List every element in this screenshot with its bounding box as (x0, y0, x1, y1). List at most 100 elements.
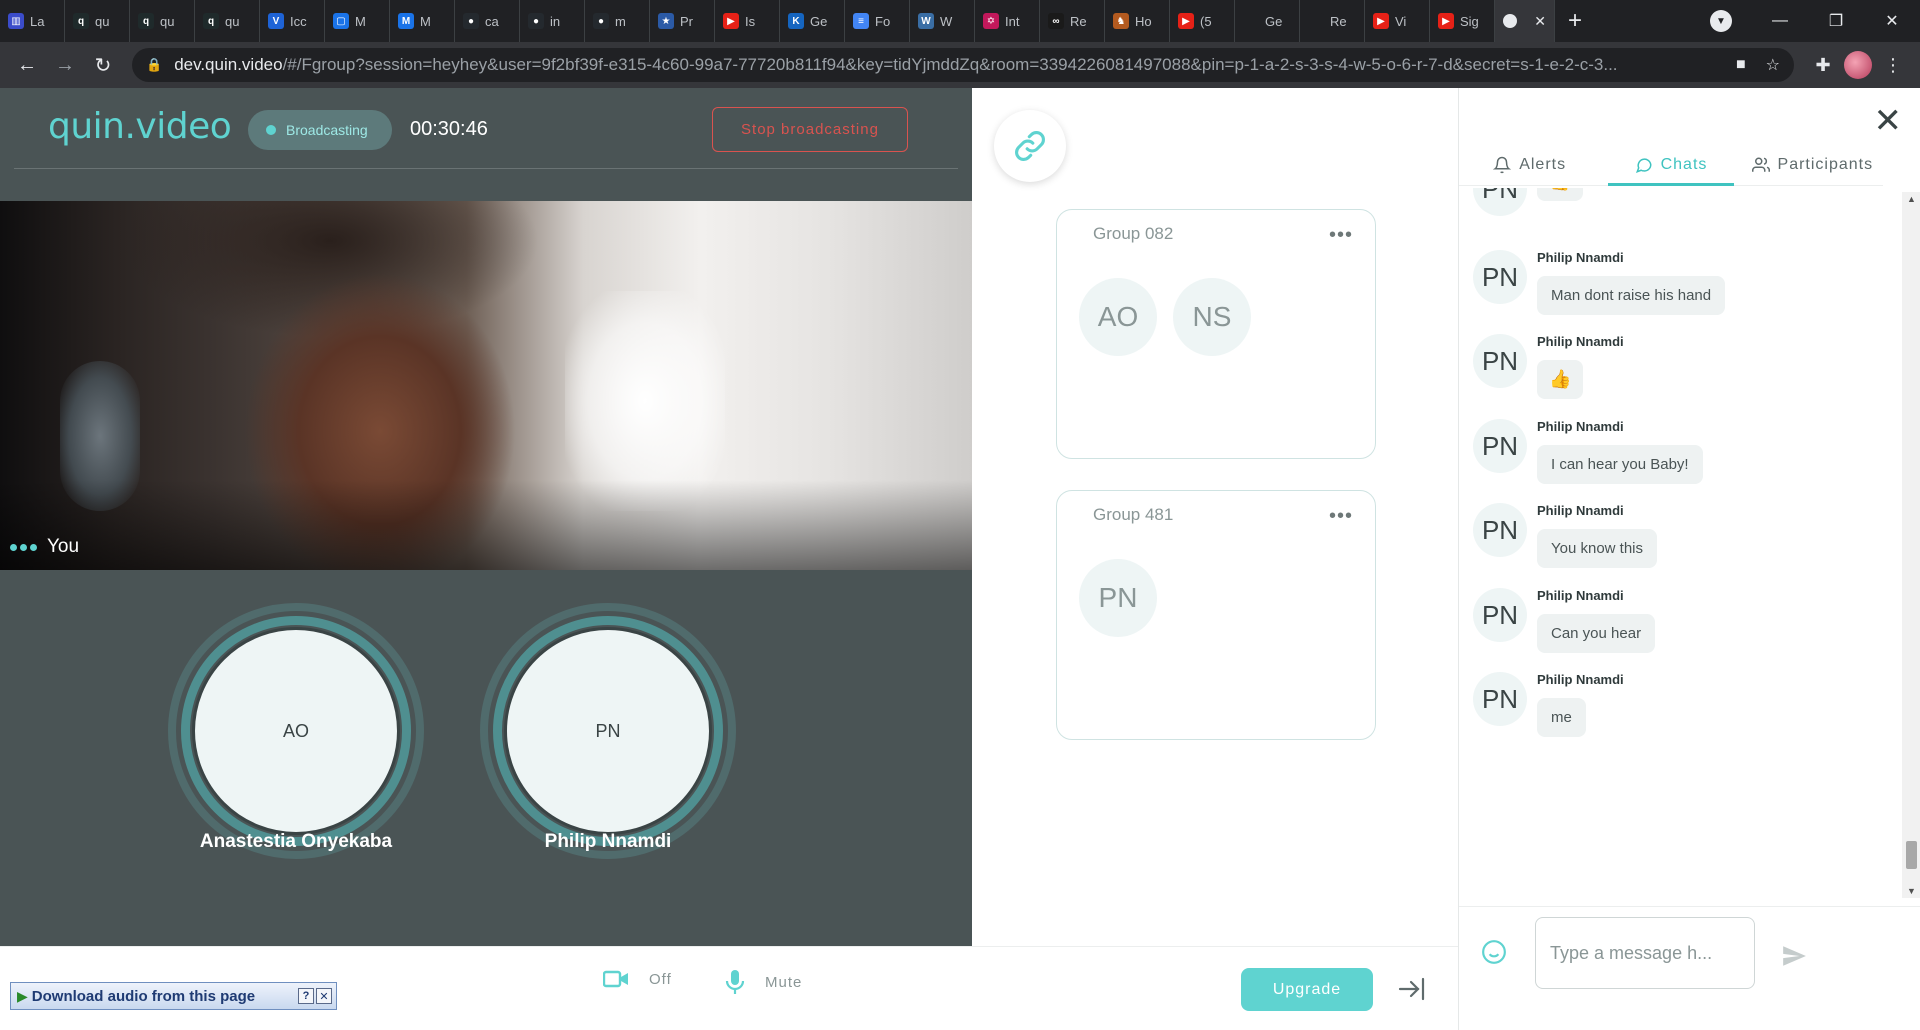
message-input[interactable] (1535, 917, 1755, 989)
tab-favicon-icon: q (203, 13, 219, 29)
broadcast-status-badge: Broadcasting (248, 110, 392, 150)
browser-tab[interactable]: ★ Pr (650, 0, 715, 42)
member-avatar[interactable]: PN (1079, 559, 1157, 637)
chat-bubble: Can you hear (1537, 614, 1656, 653)
mic-toggle[interactable]: Mute (725, 969, 802, 995)
group-card[interactable]: Group 481 ••• PN (1056, 490, 1376, 740)
stop-broadcasting-button[interactable]: Stop broadcasting (712, 107, 908, 152)
browser-tab[interactable]: ▥ La (0, 0, 65, 42)
browser-tab[interactable]: ● in (520, 0, 585, 42)
browser-tab[interactable]: q qu (130, 0, 195, 42)
browser-tab[interactable]: K Ge (780, 0, 845, 42)
dismiss-icon[interactable]: ✕ (316, 988, 332, 1004)
tab-title: Re (1330, 13, 1347, 29)
tab-chats[interactable]: Chats (1600, 144, 1741, 186)
member-avatar[interactable]: NS (1173, 278, 1251, 356)
copy-link-button[interactable] (994, 110, 1066, 182)
reload-icon[interactable]: ↻ (86, 48, 120, 82)
participant-avatar: PN (504, 627, 712, 835)
forward-arrow-icon[interactable]: → (48, 48, 82, 82)
camera-in-use-icon[interactable]: ■ (1736, 56, 1746, 74)
group-more-icon[interactable]: ••• (1329, 505, 1353, 528)
tab-title: Ho (1135, 13, 1152, 29)
chat-avatar: PN (1473, 250, 1527, 304)
tab-title: qu (160, 13, 175, 29)
browser-tab[interactable]: q qu (195, 0, 260, 42)
session-timer: 00:30:46 (410, 118, 488, 140)
tab-alerts[interactable]: Alerts (1459, 144, 1600, 185)
chat-scrollbar[interactable]: ▲ ▼ (1902, 192, 1920, 898)
new-tab-button[interactable]: + (1555, 7, 1595, 35)
close-tab-icon[interactable]: ✕ (1534, 13, 1546, 30)
header-divider (14, 168, 958, 169)
camera-toggle[interactable]: Off (603, 969, 672, 989)
send-icon[interactable] (1781, 943, 1807, 969)
tab-title: Is (745, 13, 756, 29)
brand-logo: quin.video (48, 106, 232, 147)
profile-avatar[interactable] (1844, 51, 1872, 79)
help-icon[interactable]: ? (298, 988, 314, 1004)
participant-tile[interactable]: AO Anastestia Onyekaba (161, 603, 431, 859)
tab-title: Int (1005, 13, 1020, 29)
group-more-icon[interactable]: ••• (1329, 224, 1353, 247)
group-card[interactable]: Group 082 ••• AO NS (1056, 209, 1376, 459)
browser-tab[interactable]: V Icc (260, 0, 325, 42)
tab-favicon-icon: ≡ (853, 13, 869, 29)
window-close-button[interactable]: ✕ (1864, 11, 1920, 31)
browser-tab[interactable]: ▶ Sig (1430, 0, 1495, 42)
member-avatar[interactable]: AO (1079, 278, 1157, 356)
thumbs-up-icon: 👍 (1537, 188, 1584, 201)
tab-favicon-icon: ▥ (8, 13, 24, 29)
tab-title: qu (225, 13, 240, 29)
browser-tab[interactable]: Re (1300, 0, 1365, 42)
browser-tab[interactable]: ▶ Vi (1365, 0, 1430, 42)
tab-title: Icc (290, 13, 307, 29)
browser-tab[interactable]: ✡ Int (975, 0, 1040, 42)
browser-tab[interactable]: ♞ Ho (1105, 0, 1170, 42)
collapse-panel-icon[interactable] (1398, 975, 1426, 1003)
participant-tile[interactable]: PN Philip Nnamdi (473, 603, 743, 859)
scrollbar-thumb[interactable] (1906, 841, 1917, 869)
chat-message: PN Philip Nnamdi me (1473, 672, 1893, 768)
browser-tab[interactable]: ▶ (5 (1170, 0, 1235, 42)
scroll-up-arrow-icon[interactable]: ▲ (1902, 194, 1920, 204)
tab-title: qu (95, 13, 110, 29)
tab-search-icon[interactable]: ▼ (1710, 10, 1732, 32)
back-arrow-icon[interactable]: ← (10, 48, 44, 82)
browser-tab[interactable]: q qu (65, 0, 130, 42)
browser-tab[interactable]: ● m (585, 0, 650, 42)
url-input[interactable]: 🔒 dev.quin.video/#/Fgroup?session=heyhey… (132, 48, 1794, 82)
browser-tab[interactable]: ≡ Fo (845, 0, 910, 42)
browser-tab-active[interactable]: ✕ (1495, 0, 1555, 42)
scroll-down-arrow-icon[interactable]: ▼ (1902, 886, 1920, 896)
tab-favicon-icon: ▶ (1178, 13, 1194, 29)
chat-message: PN Philip Nnamdi Man dont raise his hand (1473, 250, 1893, 346)
tab-favicon-icon: ♞ (1113, 13, 1129, 29)
chat-message-list[interactable]: PN 👍 PN Philip Nnamdi Man dont raise his han… (1459, 188, 1902, 904)
bookmark-star-icon[interactable]: ☆ (1766, 55, 1780, 75)
tab-favicon-icon: ● (528, 13, 544, 29)
browser-tab[interactable]: MM (390, 0, 455, 42)
tab-title: in (550, 13, 561, 29)
browser-tab[interactable]: ▢ M (325, 0, 390, 42)
chat-message: PN Philip Nnamdi I can hear you Baby! (1473, 419, 1893, 515)
more-dots-icon[interactable] (10, 543, 37, 551)
menu-kebab-icon[interactable]: ⋮ (1876, 55, 1910, 76)
browser-tab[interactable]: Ge (1235, 0, 1300, 42)
browser-tab[interactable]: ∞ Re (1040, 0, 1105, 42)
close-panel-icon[interactable]: ✕ (1874, 104, 1903, 138)
download-audio-label[interactable]: Download audio from this page (32, 988, 255, 1005)
download-audio-toolbar[interactable]: ▶ Download audio from this page ? ✕ (10, 982, 337, 1010)
upgrade-button[interactable]: Upgrade (1241, 968, 1373, 1011)
minimize-button[interactable]: — (1752, 12, 1808, 30)
tab-title: Ge (1265, 13, 1283, 29)
tab-favicon-icon: ▶ (723, 13, 739, 29)
browser-tab[interactable]: ▶ Is (715, 0, 780, 42)
browser-tab[interactable]: ● ca (455, 0, 520, 42)
restore-button[interactable]: ❐ (1808, 11, 1864, 31)
browser-tab[interactable]: WW (910, 0, 975, 42)
tab-favicon-icon: M (398, 13, 414, 29)
tab-participants[interactable]: Participants (1742, 144, 1883, 185)
emoji-icon[interactable] (1481, 939, 1507, 965)
extensions-puzzle-icon[interactable]: ✚ (1806, 55, 1840, 76)
